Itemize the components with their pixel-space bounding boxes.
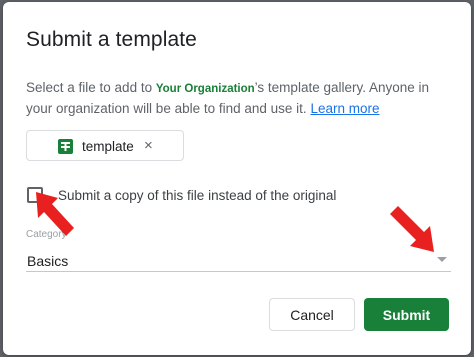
file-chip-label: template xyxy=(82,139,134,154)
submit-button[interactable]: Submit xyxy=(364,298,449,331)
remove-file-icon[interactable]: × xyxy=(144,137,153,154)
submit-template-dialog: Submit a template Select a file to add t… xyxy=(3,2,471,355)
dialog-title: Submit a template xyxy=(26,28,197,51)
annotation-arrow-icon xyxy=(36,192,74,236)
category-value: Basics xyxy=(27,253,69,269)
selected-file-chip: template × xyxy=(26,130,184,161)
annotation-arrow-icon xyxy=(390,206,434,252)
description-text-start: Select a file to add to xyxy=(26,80,156,95)
cancel-button[interactable]: Cancel xyxy=(269,298,355,331)
sheets-icon xyxy=(58,139,73,154)
learn-more-link[interactable]: Learn more xyxy=(310,101,379,116)
organization-name: Your Organization xyxy=(155,83,255,95)
dialog-description: Select a file to add to Your Organizatio… xyxy=(26,78,456,118)
submit-copy-label[interactable]: Submit a copy of this file instead of th… xyxy=(58,188,336,203)
